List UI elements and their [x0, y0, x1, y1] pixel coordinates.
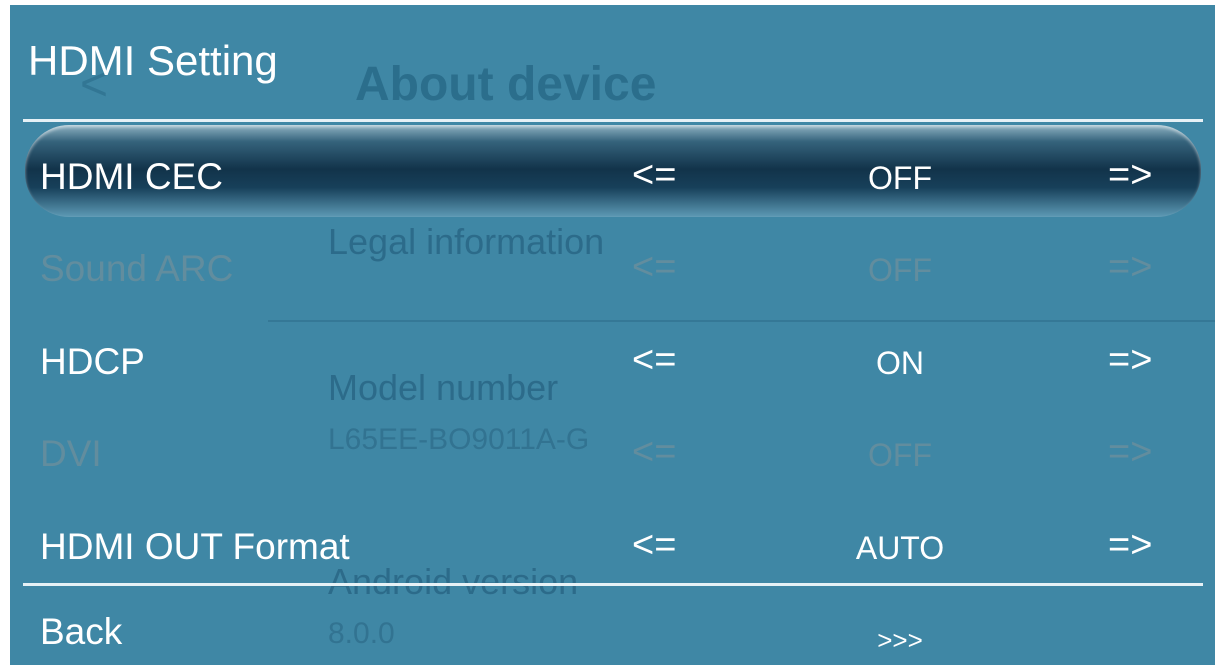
- setting-value: OFF: [868, 160, 932, 196]
- setting-row-dvi[interactable]: DVI <= OFF =>: [10, 427, 1215, 487]
- setting-value: ON: [876, 345, 924, 381]
- prev-value-arrow-icon[interactable]: <=: [632, 431, 676, 474]
- hdmi-setting-panel: < About device Legal information Model n…: [10, 5, 1215, 665]
- next-value-arrow-icon[interactable]: =>: [1108, 154, 1152, 197]
- next-value-arrow-icon[interactable]: =>: [1108, 431, 1152, 474]
- prev-value-arrow-icon[interactable]: <=: [632, 246, 676, 289]
- setting-row-hdcp[interactable]: HDCP <= ON =>: [10, 335, 1215, 395]
- setting-label: DVI: [40, 433, 102, 474]
- setting-label: Sound ARC: [40, 248, 234, 289]
- title-divider: [23, 119, 1203, 122]
- prev-value-arrow-icon[interactable]: <=: [632, 154, 676, 197]
- setting-label: HDCP: [40, 341, 145, 382]
- back-divider: [23, 583, 1203, 586]
- setting-label: HDMI OUT Format: [40, 526, 350, 567]
- setting-label: HDMI CEC: [40, 156, 223, 197]
- back-arrows-icon: >>>: [877, 625, 923, 655]
- page-title: HDMI Setting: [28, 37, 278, 84]
- next-value-arrow-icon[interactable]: =>: [1108, 246, 1152, 289]
- setting-row-sound-arc[interactable]: Sound ARC <= OFF =>: [10, 242, 1215, 302]
- next-value-arrow-icon[interactable]: =>: [1108, 339, 1152, 382]
- next-value-arrow-icon[interactable]: =>: [1108, 524, 1152, 567]
- setting-value: AUTO: [855, 530, 945, 566]
- back-label: Back: [40, 611, 123, 652]
- prev-value-arrow-icon[interactable]: <=: [632, 339, 676, 382]
- setting-row-hdmi-cec[interactable]: HDMI CEC <= OFF =>: [10, 150, 1215, 210]
- setting-value: OFF: [868, 437, 932, 473]
- setting-value: OFF: [868, 252, 932, 288]
- background-screen-title: About device: [355, 58, 657, 111]
- back-button[interactable]: Back >>>: [10, 605, 1215, 665]
- prev-value-arrow-icon[interactable]: <=: [632, 524, 676, 567]
- setting-row-hdmi-out-format[interactable]: HDMI OUT Format <= AUTO =>: [10, 520, 1215, 580]
- background-divider: [268, 320, 1215, 322]
